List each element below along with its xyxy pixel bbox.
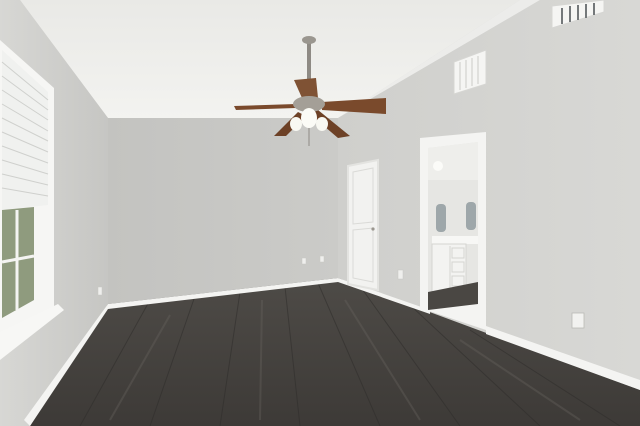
outlet-back-wall-1 <box>301 257 307 265</box>
bathroom-doorway <box>420 132 486 330</box>
fan-light-center <box>301 108 317 128</box>
bathroom-mirror-right <box>466 202 476 230</box>
bathroom-light <box>433 161 443 171</box>
outlet-left-wall <box>97 286 103 296</box>
fan-light-right <box>316 117 328 131</box>
outlet-right-wall-1 <box>397 269 404 280</box>
room-photo <box>0 0 640 426</box>
closet-door <box>347 158 379 292</box>
outlet-back-wall-2 <box>319 255 325 263</box>
bathroom-mirror-left <box>436 204 446 232</box>
fan-light-left <box>290 117 302 131</box>
back-wall <box>108 118 338 304</box>
fan-canopy <box>302 36 316 44</box>
vanity-counter <box>432 236 478 244</box>
door-knob <box>371 227 375 231</box>
outlet-right-wall-2 <box>571 312 585 329</box>
